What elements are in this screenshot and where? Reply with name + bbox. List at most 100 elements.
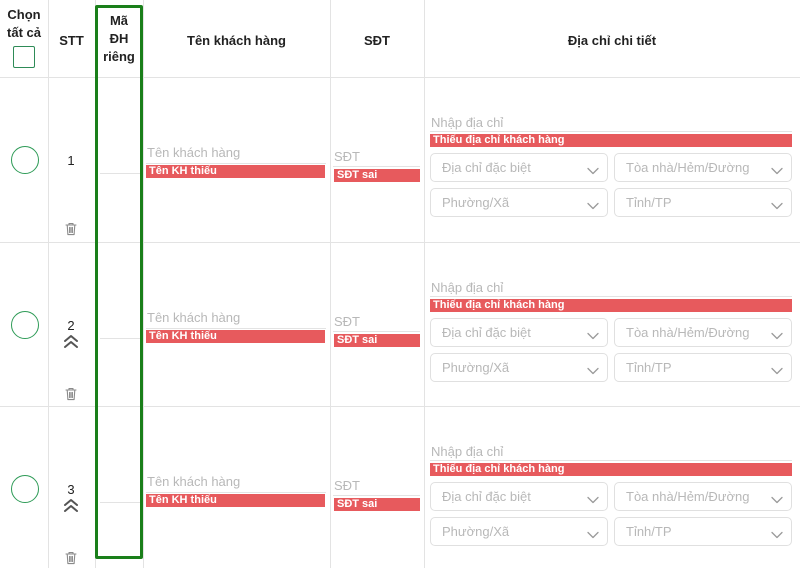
row-select-radio[interactable] [11, 146, 39, 174]
chevron-down-icon [587, 527, 599, 539]
province-select-placeholder: Tỉnh/TP [626, 524, 672, 539]
order-code-header: Mã ĐH riêng [95, 12, 143, 66]
row-select-radio[interactable] [11, 311, 39, 339]
order-code-input[interactable] [100, 141, 140, 173]
phone-header: SĐT [364, 33, 390, 48]
phone-underline [333, 331, 420, 332]
order-code-field-underline [100, 502, 140, 503]
address-underline [430, 131, 792, 132]
column-divider [48, 0, 49, 568]
customer-name-input[interactable]: Tên khách hàng [147, 310, 240, 325]
select-all-label-line1: Chọn [7, 7, 41, 22]
chevron-down-icon [587, 163, 599, 175]
chevron-down-icon [771, 363, 783, 375]
row-divider [0, 77, 800, 78]
column-divider [424, 0, 425, 568]
select-all-checkbox[interactable] [13, 46, 35, 68]
chevron-down-icon [587, 198, 599, 210]
order-code-label-line3: riêng [103, 49, 135, 64]
chevron-down-icon [587, 492, 599, 504]
ward-select[interactable]: Phường/Xã [430, 188, 608, 217]
stt-header: STT [59, 33, 84, 48]
phone-underline [333, 166, 420, 167]
move-up-icon[interactable] [62, 497, 80, 513]
address-underline [430, 460, 792, 461]
province-select-placeholder: Tỉnh/TP [626, 195, 672, 210]
column-divider [143, 0, 144, 568]
customer-name-header: Tên khách hàng [187, 33, 286, 48]
special-address-select[interactable]: Địa chỉ đặc biệt [430, 318, 608, 347]
building-street-select-placeholder: Tòa nhà/Hẻm/Đường [626, 160, 750, 175]
order-code-input[interactable] [100, 470, 140, 502]
address-input[interactable]: Nhập địa chỉ [431, 280, 503, 295]
move-up-icon[interactable] [62, 333, 80, 349]
chevron-down-icon [771, 163, 783, 175]
chevron-down-icon [771, 328, 783, 340]
ward-select[interactable]: Phường/Xã [430, 517, 608, 546]
province-select[interactable]: Tỉnh/TP [614, 188, 792, 217]
chevron-down-icon [771, 527, 783, 539]
special-address-select-placeholder: Địa chỉ đặc biệt [442, 489, 531, 504]
phone-underline [333, 495, 420, 496]
ward-select[interactable]: Phường/Xã [430, 353, 608, 382]
address-error: Thiếu địa chỉ khách hàng [430, 463, 792, 476]
address-input[interactable]: Nhập địa chỉ [431, 444, 503, 459]
customer-name-input[interactable]: Tên khách hàng [147, 474, 240, 489]
address-input[interactable]: Nhập địa chỉ [431, 115, 503, 130]
province-select[interactable]: Tỉnh/TP [614, 517, 792, 546]
phone-input[interactable]: SĐT [334, 149, 360, 164]
ward-select-placeholder: Phường/Xã [442, 360, 510, 375]
province-select[interactable]: Tỉnh/TP [614, 353, 792, 382]
special-address-select[interactable]: Địa chỉ đặc biệt [430, 482, 608, 511]
province-select-placeholder: Tỉnh/TP [626, 360, 672, 375]
column-divider [95, 0, 96, 568]
select-all-header: Chọn tất cả [0, 6, 48, 42]
chevron-down-icon [587, 363, 599, 375]
chevron-down-icon [771, 198, 783, 210]
special-address-select-placeholder: Địa chỉ đặc biệt [442, 325, 531, 340]
delete-row-icon[interactable] [63, 550, 79, 566]
order-code-input[interactable] [100, 306, 140, 338]
phone-input[interactable]: SĐT [334, 478, 360, 493]
phone-error: SĐT sai [334, 498, 420, 511]
special-address-select[interactable]: Địa chỉ đặc biệt [430, 153, 608, 182]
building-street-select[interactable]: Tòa nhà/Hẻm/Đường [614, 153, 792, 182]
phone-input[interactable]: SĐT [334, 314, 360, 329]
phone-error: SĐT sai [334, 169, 420, 182]
customer-name-input[interactable]: Tên khách hàng [147, 145, 240, 160]
column-divider [330, 0, 331, 568]
building-street-select[interactable]: Tòa nhà/Hẻm/Đường [614, 318, 792, 347]
customer-name-error: Tên KH thiếu [146, 494, 325, 507]
building-street-select-placeholder: Tòa nhà/Hẻm/Đường [626, 489, 750, 504]
ward-select-placeholder: Phường/Xã [442, 195, 510, 210]
customer-name-underline [146, 492, 326, 493]
order-code-field-underline [100, 173, 140, 174]
order-code-label-line1: Mã [109, 13, 129, 28]
customer-name-underline [146, 328, 326, 329]
delete-row-icon[interactable] [63, 221, 79, 237]
row-number: 3 [67, 482, 75, 497]
ward-select-placeholder: Phường/Xã [442, 524, 510, 539]
building-street-select-placeholder: Tòa nhà/Hẻm/Đường [626, 325, 750, 340]
chevron-down-icon [587, 328, 599, 340]
address-error: Thiếu địa chỉ khách hàng [430, 299, 792, 312]
customer-name-underline [146, 163, 326, 164]
select-all-label-line2: tất cả [7, 25, 41, 40]
address-header: Địa chỉ chi tiết [567, 33, 657, 48]
customer-name-error: Tên KH thiếu [146, 330, 325, 343]
address-underline [430, 296, 792, 297]
row-divider [0, 242, 800, 243]
special-address-select-placeholder: Địa chỉ đặc biệt [442, 160, 531, 175]
building-street-select[interactable]: Tòa nhà/Hẻm/Đường [614, 482, 792, 511]
delete-row-icon[interactable] [63, 386, 79, 402]
row-divider [0, 406, 800, 407]
row-select-radio[interactable] [11, 475, 39, 503]
row-number: 1 [67, 153, 75, 168]
row-number: 2 [67, 318, 75, 333]
order-code-field-underline [100, 338, 140, 339]
customer-name-error: Tên KH thiếu [146, 165, 325, 178]
address-error: Thiếu địa chỉ khách hàng [430, 134, 792, 147]
phone-error: SĐT sai [334, 334, 420, 347]
chevron-down-icon [771, 492, 783, 504]
order-code-label-line2: ĐH [109, 31, 129, 46]
